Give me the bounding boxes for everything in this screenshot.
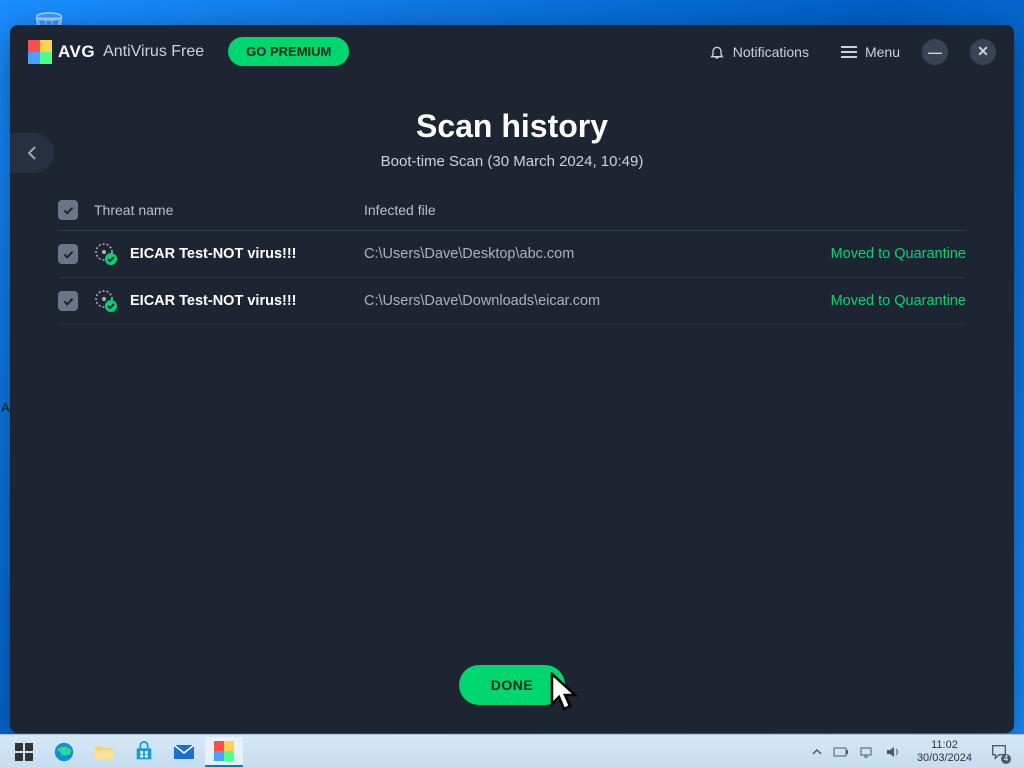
volume-icon[interactable]	[885, 745, 901, 759]
avg-main-window: AVG AntiVirus Free GO PREMIUM Notificati…	[10, 25, 1014, 733]
notifications-button[interactable]: Notifications	[709, 44, 809, 60]
mail-taskbar-icon[interactable]	[165, 737, 203, 767]
avg-logo-icon	[28, 40, 52, 64]
clock-date: 30/03/2024	[917, 752, 972, 765]
threat-name-text: EICAR Test-NOT virus!!!	[130, 246, 297, 262]
action-center-button[interactable]: 4	[988, 741, 1010, 763]
edge-icon	[53, 741, 75, 763]
threat-resolved-icon	[94, 289, 118, 313]
start-button[interactable]	[5, 737, 43, 767]
product-text: AntiVirus Free	[103, 43, 204, 61]
avg-taskbar-icon[interactable]	[205, 737, 243, 767]
bell-icon	[709, 44, 725, 60]
folder-icon	[93, 742, 115, 762]
taskbar-clock[interactable]: 11:02 30/03/2024	[911, 739, 978, 764]
menu-button[interactable]: Menu	[841, 44, 900, 60]
check-icon	[62, 204, 75, 217]
file-explorer-taskbar-icon[interactable]	[85, 737, 123, 767]
check-icon	[62, 295, 75, 308]
menu-label: Menu	[865, 44, 900, 60]
notifications-label: Notifications	[733, 44, 809, 60]
titlebar: AVG AntiVirus Free GO PREMIUM Notificati…	[10, 25, 1014, 78]
row-checkbox[interactable]	[58, 244, 78, 264]
page-subtitle: Boot-time Scan (30 March 2024, 10:49)	[58, 153, 966, 170]
table-row: EICAR Test-NOT virus!!! C:\Users\Dave\De…	[58, 231, 966, 278]
hamburger-icon	[841, 46, 857, 58]
store-taskbar-icon[interactable]	[125, 737, 163, 767]
infected-file-path: C:\Users\Dave\Desktop\abc.com	[364, 246, 776, 262]
row-checkbox[interactable]	[58, 291, 78, 311]
store-icon	[133, 741, 155, 763]
brand-text: AVG	[58, 42, 95, 62]
windows-taskbar: 11:02 30/03/2024 4	[0, 734, 1024, 768]
tray-chevron-up-icon[interactable]	[811, 746, 823, 758]
back-button[interactable]	[10, 133, 54, 173]
threat-resolved-icon	[94, 242, 118, 266]
check-icon	[62, 248, 75, 261]
battery-icon[interactable]	[833, 745, 849, 759]
close-button[interactable]: ✕	[970, 39, 996, 65]
avg-small-icon	[214, 741, 234, 761]
header-infected-file: Infected file	[364, 202, 776, 218]
infected-file-path: C:\Users\Dave\Downloads\eicar.com	[364, 293, 776, 309]
system-tray: 11:02 30/03/2024 4	[811, 739, 1020, 764]
stray-text: A	[1, 400, 10, 415]
minimize-button[interactable]: —	[922, 39, 948, 65]
windows-logo-icon	[15, 743, 33, 761]
avg-logo: AVG AntiVirus Free	[28, 40, 204, 64]
network-icon[interactable]	[859, 745, 875, 759]
notification-badge: 4	[1001, 754, 1011, 764]
edge-taskbar-icon[interactable]	[45, 737, 83, 767]
chevron-left-icon	[27, 145, 37, 161]
select-all-checkbox[interactable]	[58, 200, 78, 220]
threat-name-text: EICAR Test-NOT virus!!!	[130, 293, 297, 309]
mail-icon	[172, 743, 196, 761]
content-area: Scan history Boot-time Scan (30 March 20…	[10, 78, 1014, 733]
table-header: Threat name Infected file	[58, 194, 966, 231]
page-title: Scan history	[58, 108, 966, 145]
threat-status: Moved to Quarantine	[776, 246, 966, 262]
go-premium-button[interactable]: GO PREMIUM	[228, 37, 349, 66]
header-threat-name: Threat name	[94, 202, 364, 218]
threat-status: Moved to Quarantine	[776, 293, 966, 309]
clock-time: 11:02	[931, 739, 958, 752]
table-row: EICAR Test-NOT virus!!! C:\Users\Dave\Do…	[58, 278, 966, 325]
done-button[interactable]: DONE	[459, 665, 565, 705]
